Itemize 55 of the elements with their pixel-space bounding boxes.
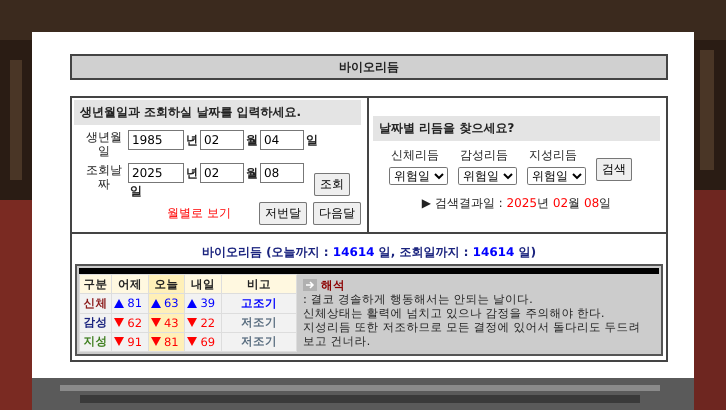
interpretation-text: 지성리듬 또한 저조하므로 모든 결정에 있어서 돌다리도 두드려 보고 건너라. bbox=[303, 320, 642, 348]
field-label: 조회날짜 bbox=[85, 163, 123, 191]
rhythm-select[interactable]: 위험일 bbox=[527, 167, 586, 185]
rhythm-name: 신체 bbox=[80, 294, 112, 312]
rhythm-select[interactable]: 위험일 bbox=[458, 167, 517, 185]
query-button[interactable]: 조회 bbox=[314, 173, 350, 196]
search-button[interactable]: 검색 bbox=[596, 158, 632, 181]
day-field[interactable]: 04 bbox=[260, 130, 304, 150]
value-text: 91 bbox=[127, 334, 142, 349]
monthly-view-link[interactable]: 월별로 보기 bbox=[167, 205, 231, 222]
value-text: 39 bbox=[200, 296, 216, 310]
arrow-icon bbox=[303, 279, 317, 291]
value-text: 81 bbox=[127, 296, 142, 310]
page-title: 바이오리듬 bbox=[70, 54, 668, 80]
summary-text: 바이오리듬 (오늘까지 : 14614 일, 조회일까지 : 14614 일) bbox=[200, 244, 538, 261]
rhythm-name: 감성 bbox=[80, 314, 112, 332]
month-nav-button[interactable]: 다음달 bbox=[313, 202, 361, 225]
unit-label: 일 bbox=[305, 132, 319, 148]
day-field[interactable]: 08 bbox=[260, 163, 304, 183]
column-header: 비고 bbox=[222, 275, 296, 294]
rhythm-label: 감성리듬 bbox=[459, 147, 509, 164]
unit-label: 월 bbox=[245, 164, 259, 182]
value-text: 22 bbox=[200, 316, 216, 330]
field-label: 생년월일 bbox=[85, 130, 123, 158]
interpretation-text: : 결코 경솔하게 행동해서는 안되는 날이다. bbox=[303, 292, 534, 306]
search-heading: 날짜별 리듬을 찾으세요? bbox=[373, 116, 660, 141]
rhythm-label: 지성리듬 bbox=[528, 147, 578, 164]
rhythm-name: 지성 bbox=[80, 332, 112, 351]
column-header: 어제 bbox=[112, 275, 148, 294]
rhythm-label: 신체리듬 bbox=[390, 147, 440, 164]
search-result-text: ▶ 검색결과일 : 2025 년 02월 08일 bbox=[420, 195, 612, 212]
value-text: 43 bbox=[164, 316, 179, 330]
unit-label: 일 bbox=[129, 183, 143, 200]
phase-text: 저조기 bbox=[222, 332, 296, 351]
rhythm-select[interactable]: 위험일 bbox=[389, 167, 448, 185]
column-header: 구분 bbox=[80, 275, 112, 294]
value-text: 63 bbox=[164, 296, 179, 310]
interpretation-text: 신체상태는 활력에 넘치고 있으나 감정을 주의해야 한다. bbox=[303, 306, 606, 320]
year-field[interactable]: 1985 bbox=[128, 130, 184, 150]
column-header: 내일 bbox=[185, 275, 221, 294]
value-text: 81 bbox=[164, 334, 179, 349]
month-field[interactable]: 02 bbox=[200, 163, 244, 183]
month-field[interactable]: 02 bbox=[200, 130, 244, 150]
unit-label: 월 bbox=[245, 132, 259, 148]
unit-label: 년 bbox=[185, 132, 199, 148]
phase-text: 저조기 bbox=[222, 314, 296, 332]
phase-text: 고조기 bbox=[222, 294, 296, 312]
value-text: 62 bbox=[127, 316, 142, 330]
form-heading: 생년월일과 조회하실 날짜를 입력하세요. bbox=[74, 100, 361, 125]
month-nav-button[interactable]: 저번달 bbox=[259, 202, 307, 225]
unit-label: 년 bbox=[185, 164, 199, 182]
value-text: 69 bbox=[200, 334, 216, 349]
column-header: 오늘 bbox=[148, 275, 184, 294]
interpretation-heading: 해석 bbox=[321, 278, 345, 292]
year-field[interactable]: 2025 bbox=[128, 163, 184, 183]
